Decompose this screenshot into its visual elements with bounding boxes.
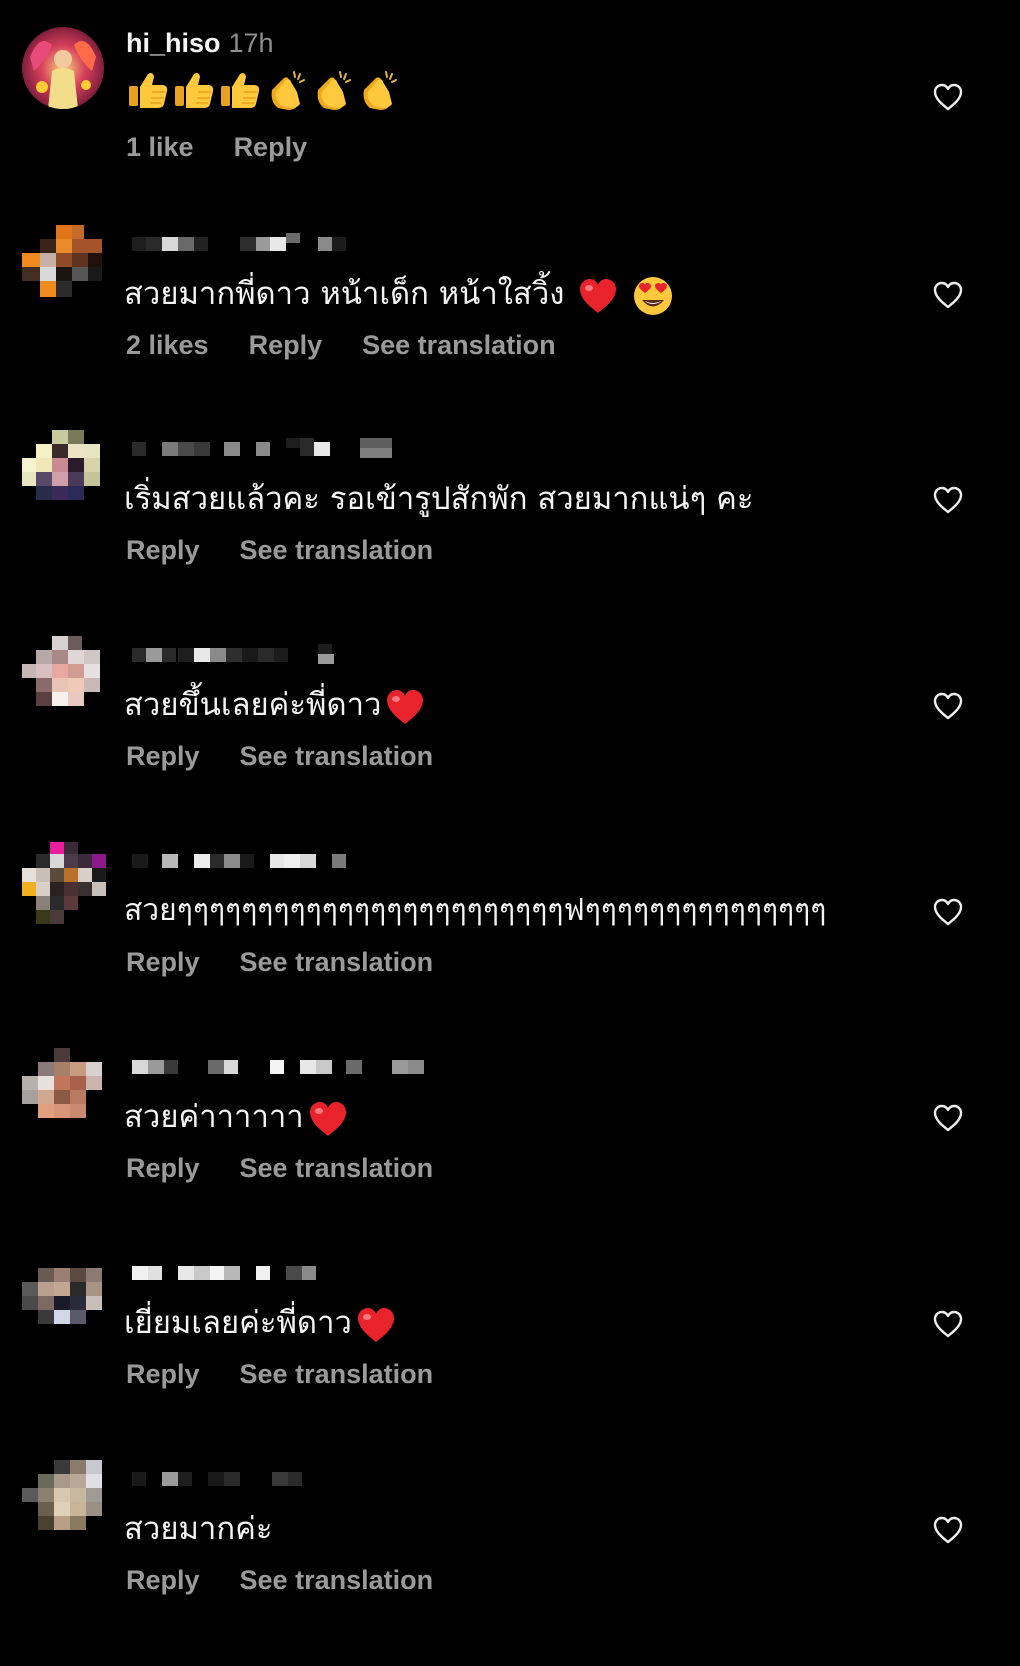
comment-item: สวยมากพี่ดาว หน้าเด็ก หน้าใสวิ้ง 2 likes… <box>0 225 1020 431</box>
reply-button[interactable]: Reply <box>234 132 308 163</box>
see-translation-button[interactable]: See translation <box>362 330 556 361</box>
comment-text-value: เริ่มสวยแล้วคะ รอเข้ารูปสักพัก สวยมากแน่… <box>124 481 754 517</box>
comment-text: สวยค่าาาาาา <box>124 1096 348 1138</box>
heart-outline-icon[interactable] <box>933 281 963 309</box>
comment-actions: Reply See translation <box>126 1356 473 1392</box>
red-heart-emoji <box>578 277 618 315</box>
reply-button[interactable]: Reply <box>126 1153 200 1184</box>
comment-text-value: สวยๆๆๆๆๆๆๆๆๆๆๆๆๆๆๆๆๆๆๆๆๆๆๆๆฟๆๆๆๆๆๆๆๆๆๆๆๆ… <box>124 893 827 928</box>
see-translation-button[interactable]: See translation <box>240 1565 434 1596</box>
see-translation-button[interactable]: See translation <box>240 535 434 566</box>
comment-actions: Reply See translation <box>126 1150 473 1186</box>
username-redacted[interactable] <box>132 233 392 253</box>
comment-text-value: สวยค่าาาาาา <box>124 1099 304 1135</box>
likes-count[interactable]: 1 like <box>126 132 194 163</box>
username-redacted[interactable] <box>132 1468 332 1488</box>
red-heart-emoji <box>385 688 425 726</box>
comment-text-value: สวยขึ้นเลยค่ะพี่ดาว <box>124 687 382 723</box>
comment-actions: Reply See translation <box>126 738 473 774</box>
username-redacted[interactable] <box>132 1056 432 1076</box>
comment-actions: 1 like Reply <box>126 129 347 165</box>
heart-outline-icon[interactable] <box>933 898 963 926</box>
comment-text: สวยๆๆๆๆๆๆๆๆๆๆๆๆๆๆๆๆๆๆๆๆๆๆๆๆฟๆๆๆๆๆๆๆๆๆๆๆๆ… <box>124 890 826 932</box>
avatar[interactable] <box>22 225 104 307</box>
red-heart-emoji <box>308 1100 348 1138</box>
reply-button[interactable]: Reply <box>249 330 323 361</box>
see-translation-button[interactable]: See translation <box>240 1359 434 1390</box>
see-translation-button[interactable]: See translation <box>240 741 434 772</box>
clapping-hands-emoji <box>310 68 354 112</box>
comment-text: สวยมากพี่ดาว หน้าเด็ก หน้าใสวิ้ง <box>124 273 674 315</box>
comment-text: 👍👍👍👏👏👏 <box>126 65 400 115</box>
clapping-hands-emoji <box>356 68 400 112</box>
comment-actions: Reply See translation <box>126 532 473 568</box>
comment-actions: Reply See translation <box>126 944 473 980</box>
reply-button[interactable]: Reply <box>126 1359 200 1390</box>
comment-actions: Reply See translation <box>126 1562 473 1598</box>
username-redacted[interactable] <box>132 1262 332 1282</box>
heart-outline-icon[interactable] <box>933 486 963 514</box>
reply-button[interactable]: Reply <box>126 741 200 772</box>
red-heart-emoji <box>356 1306 396 1344</box>
avatar[interactable] <box>22 636 104 718</box>
heart-outline-icon[interactable] <box>933 692 963 720</box>
avatar[interactable] <box>22 842 106 924</box>
clapping-hands-emoji <box>264 68 308 112</box>
see-translation-button[interactable]: See translation <box>240 1153 434 1184</box>
heart-eyes-emoji <box>632 275 674 317</box>
avatar[interactable] <box>22 1048 104 1130</box>
username-redacted[interactable] <box>132 438 402 458</box>
reply-button[interactable]: Reply <box>126 535 200 566</box>
username[interactable]: hi_hiso <box>126 28 221 59</box>
comment-text-value: เยี่ยมเลยค่ะพี่ดาว <box>124 1305 352 1341</box>
comment-text: เยี่ยมเลยค่ะพี่ดาว <box>124 1302 396 1344</box>
thumbs-up-emoji <box>126 68 170 112</box>
reply-button[interactable]: Reply <box>126 947 200 978</box>
avatar[interactable] <box>22 27 104 109</box>
comment-item: สวยขึ้นเลยค่ะพี่ดาว Reply See translatio… <box>0 636 1020 842</box>
see-translation-button[interactable]: See translation <box>240 947 434 978</box>
likes-count[interactable]: 2 likes <box>126 330 209 361</box>
comment-header: hi_hiso 17h <box>126 27 274 59</box>
comment-item: สวยมากค่ะ Reply See translation <box>0 1460 1020 1666</box>
thumbs-up-emoji <box>218 68 262 112</box>
comment-item: เริ่มสวยแล้วคะ รอเข้ารูปสักพัก สวยมากแน่… <box>0 430 1020 636</box>
comment-text-value: สวยมากค่ะ <box>124 1511 273 1547</box>
comment-item: สวยๆๆๆๆๆๆๆๆๆๆๆๆๆๆๆๆๆๆๆๆๆๆๆๆฟๆๆๆๆๆๆๆๆๆๆๆๆ… <box>0 842 1020 1048</box>
username-redacted[interactable] <box>132 644 352 664</box>
username-redacted[interactable] <box>132 850 372 870</box>
comment-time: 17h <box>228 27 274 58</box>
heart-outline-icon[interactable] <box>933 1516 963 1544</box>
heart-outline-icon[interactable] <box>933 1104 963 1132</box>
avatar[interactable] <box>22 1254 104 1336</box>
comment-text: เริ่มสวยแล้วคะ รอเข้ารูปสักพัก สวยมากแน่… <box>124 478 754 520</box>
avatar[interactable] <box>22 430 104 512</box>
comment-text-value: สวยมากพี่ดาว หน้าเด็ก หน้าใสวิ้ง <box>124 276 565 312</box>
comment-text: สวยขึ้นเลยค่ะพี่ดาว <box>124 684 425 726</box>
avatar[interactable] <box>22 1460 104 1542</box>
comment-actions: 2 likes Reply See translation <box>126 327 596 363</box>
heart-outline-icon[interactable] <box>933 1310 963 1338</box>
thumbs-up-emoji <box>172 68 216 112</box>
comment-item: hi_hiso 17h 1 like Reply <box>0 27 1020 233</box>
comment-item: เยี่ยมเลยค่ะพี่ดาว Reply See translation <box>0 1254 1020 1460</box>
reply-button[interactable]: Reply <box>126 1565 200 1596</box>
heart-outline-icon[interactable] <box>933 83 963 111</box>
comment-item: สวยค่าาาาาา Reply See translation <box>0 1048 1020 1254</box>
comment-text: สวยมากค่ะ <box>124 1508 273 1550</box>
